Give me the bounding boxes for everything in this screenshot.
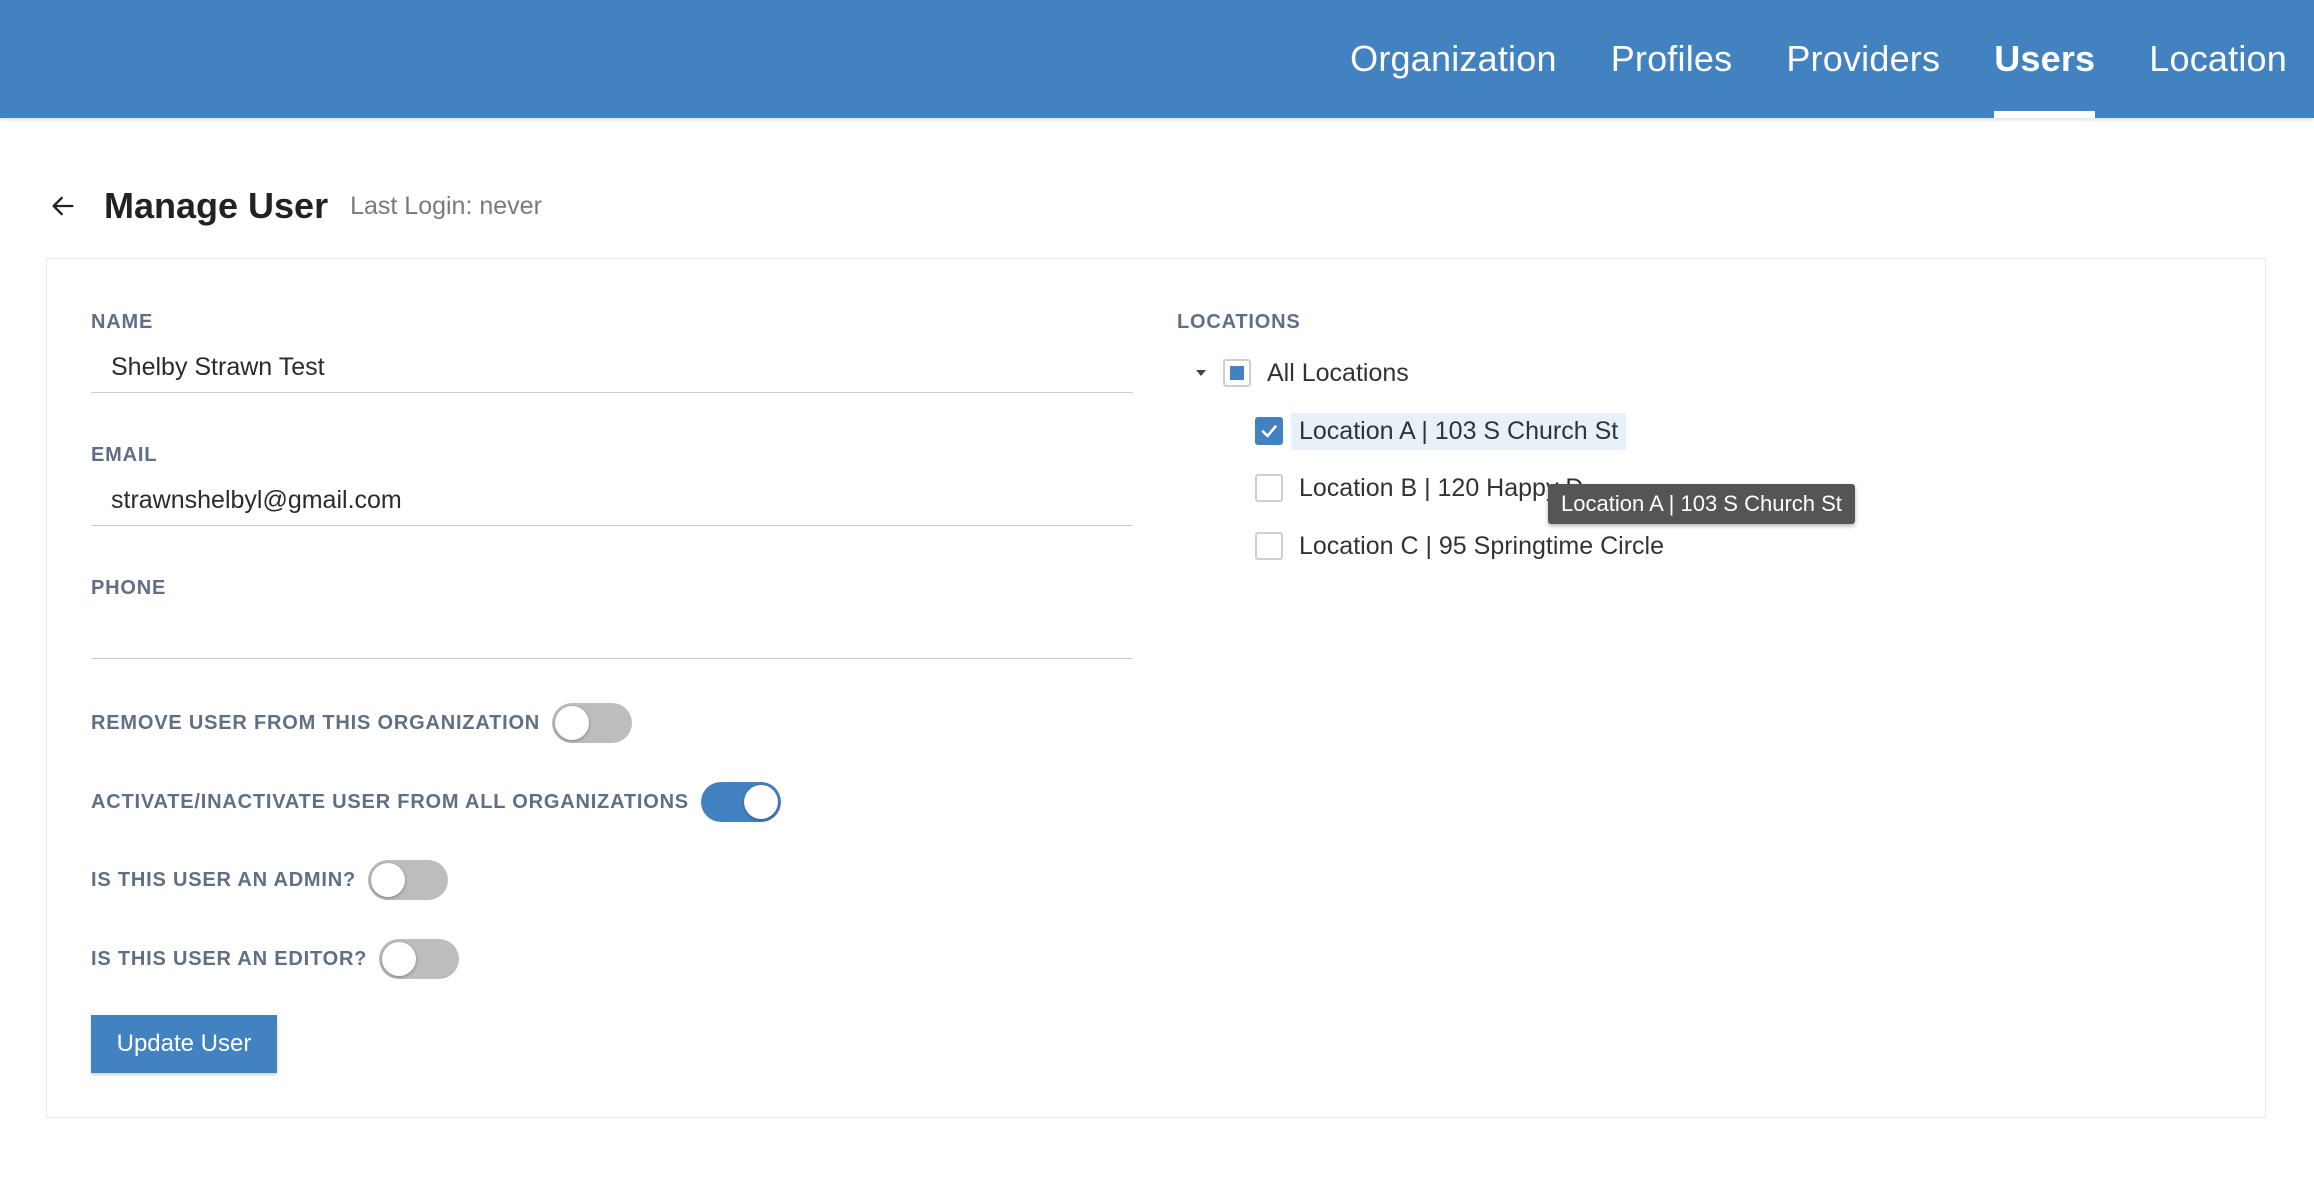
toggle-knob	[555, 706, 590, 740]
location-b-label[interactable]: Location B | 120 Happy D	[1291, 470, 1591, 507]
activate-user-label: ACTIVATE/INACTIVATE USER FROM ALL ORGANI…	[91, 790, 689, 813]
phone-label: PHONE	[91, 577, 167, 599]
email-field[interactable]	[91, 476, 1133, 526]
toggle-row-remove-user: REMOVE USER FROM THIS ORGANIZATION	[91, 701, 633, 745]
toggle-knob	[382, 942, 417, 976]
email-label: EMAIL	[91, 444, 158, 466]
page-header: Manage User Last Login: never	[46, 180, 542, 232]
all-locations-checkbox[interactable]	[1223, 359, 1251, 387]
arrow-left-icon	[52, 196, 74, 216]
toggle-row-activate-user: ACTIVATE/INACTIVATE USER FROM ALL ORGANI…	[91, 780, 781, 824]
location-c-label[interactable]: Location C | 95 Springtime Circle	[1291, 528, 1672, 565]
manage-user-card: NAME EMAIL PHONE REMOVE USER FROM THIS O…	[46, 258, 2266, 1118]
location-b-checkbox[interactable]	[1255, 474, 1283, 502]
tree-row-location-b: Location B | 120 Happy D	[1255, 468, 1591, 508]
editor-toggle[interactable]	[379, 939, 460, 979]
admin-label: IS THIS USER AN ADMIN?	[91, 868, 357, 891]
last-login-text: Last Login: never	[350, 191, 542, 220]
remove-user-toggle[interactable]	[552, 703, 633, 743]
toggle-row-admin: IS THIS USER AN ADMIN?	[91, 858, 449, 902]
nav-tab-providers[interactable]: Providers	[1759, 0, 1967, 118]
toggle-knob	[371, 863, 406, 897]
admin-toggle[interactable]	[368, 860, 449, 900]
activate-user-toggle[interactable]	[700, 782, 781, 822]
location-a-checkbox[interactable]	[1255, 417, 1283, 445]
location-c-checkbox[interactable]	[1255, 532, 1283, 560]
caret-down-icon[interactable]	[1189, 361, 1213, 385]
remove-user-label: REMOVE USER FROM THIS ORGANIZATION	[91, 711, 541, 734]
top-navigation-bar: Organization Profiles Providers Users Lo…	[0, 0, 2314, 118]
nav-tab-location[interactable]: Location	[2122, 0, 2314, 118]
update-user-button[interactable]: Update User	[91, 1015, 277, 1073]
location-tooltip: Location A | 103 S Church St	[1548, 484, 1855, 524]
back-button[interactable]	[46, 189, 80, 223]
all-locations-label[interactable]: All Locations	[1267, 355, 1417, 392]
page-title: Manage User	[104, 185, 329, 226]
nav-tab-users[interactable]: Users	[1967, 0, 2122, 118]
nav-tab-organization[interactable]: Organization	[1323, 0, 1584, 118]
locations-label: LOCATIONS	[1177, 311, 1301, 333]
nav-tab-profiles[interactable]: Profiles	[1584, 0, 1760, 118]
toggle-row-editor: IS THIS USER AN EDITOR?	[91, 937, 460, 981]
editor-label: IS THIS USER AN EDITOR?	[91, 947, 368, 970]
tree-row-location-c: Location C | 95 Springtime Circle	[1255, 526, 1672, 566]
checkmark-icon	[1261, 425, 1277, 438]
name-field[interactable]	[91, 343, 1133, 393]
tree-row-location-a: Location A | 103 S Church St	[1255, 411, 1627, 451]
location-a-label[interactable]: Location A | 103 S Church St	[1291, 412, 1627, 450]
main-nav: Organization Profiles Providers Users Lo…	[1323, 0, 2314, 118]
phone-field[interactable]	[91, 609, 1133, 659]
toggle-knob	[743, 785, 778, 819]
name-label: NAME	[91, 311, 154, 333]
tree-row-all-locations: All Locations	[1189, 353, 1417, 393]
